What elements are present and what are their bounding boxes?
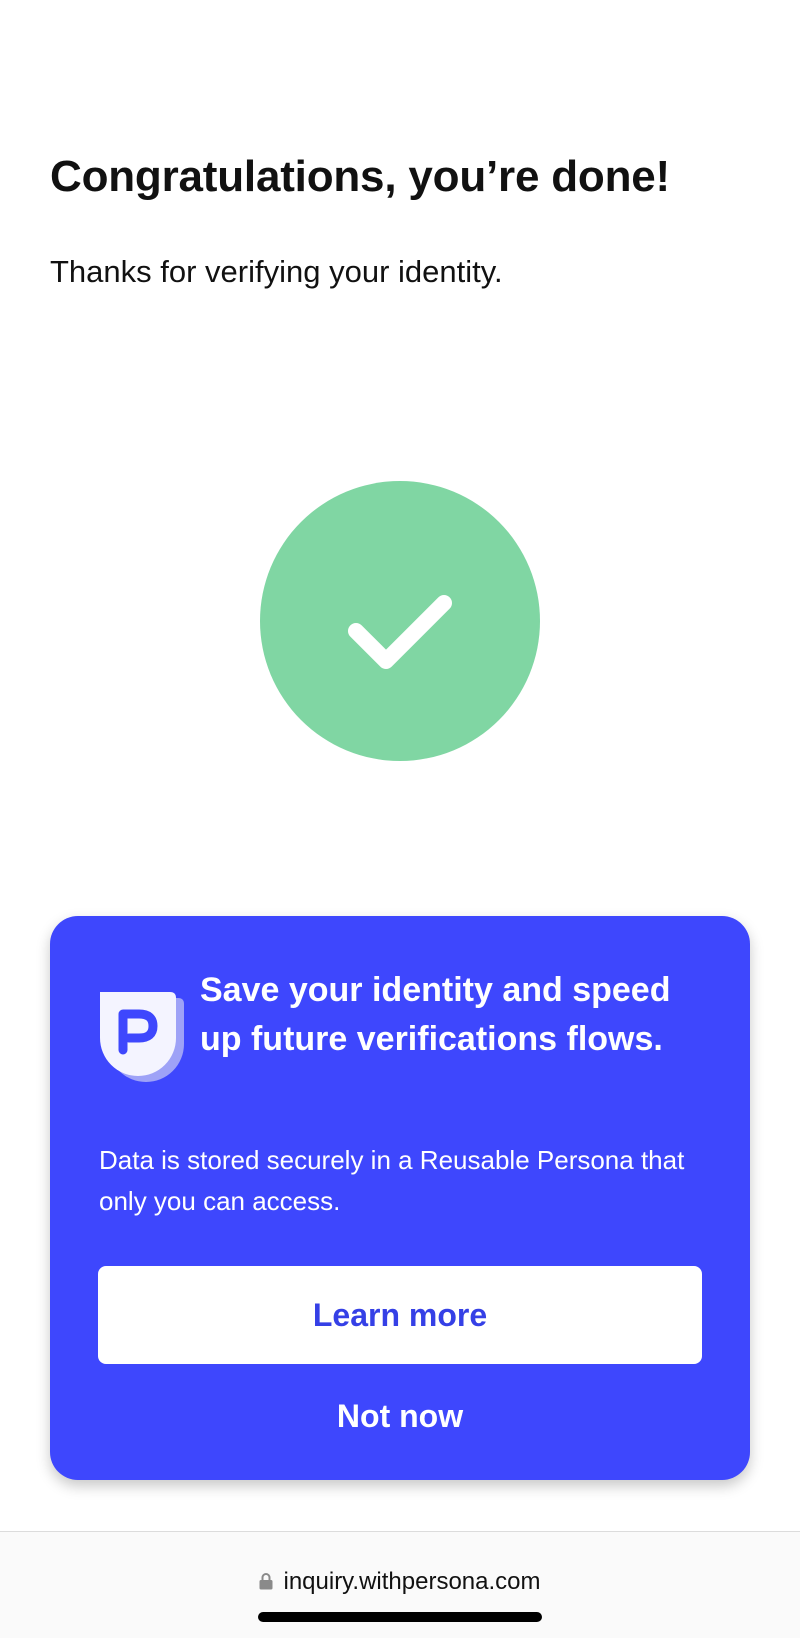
reusable-persona-card: Save your identity and speed up future v… <box>50 916 750 1480</box>
promo-description: Data is stored securely in a Reusable Pe… <box>99 1145 685 1216</box>
learn-more-button[interactable]: Learn more <box>98 1266 702 1364</box>
promo-heading: Save your identity and speed up future v… <box>200 971 671 1058</box>
url-display[interactable]: inquiry.withpersona.com <box>0 1568 800 1596</box>
home-indicator[interactable] <box>258 1612 542 1622</box>
persona-logo-icon <box>100 992 184 1082</box>
browser-address-bar: inquiry.withpersona.com <box>0 1531 800 1638</box>
not-now-button[interactable]: Not now <box>98 1386 702 1446</box>
checkmark-icon <box>348 595 452 669</box>
lock-icon <box>259 1573 273 1590</box>
url-text: inquiry.withpersona.com <box>283 1568 541 1595</box>
page-subtitle: Thanks for verifying your identity. <box>50 254 503 289</box>
page-title: Congratulations, you’re done! <box>50 152 670 201</box>
success-checkmark-icon <box>260 481 540 761</box>
